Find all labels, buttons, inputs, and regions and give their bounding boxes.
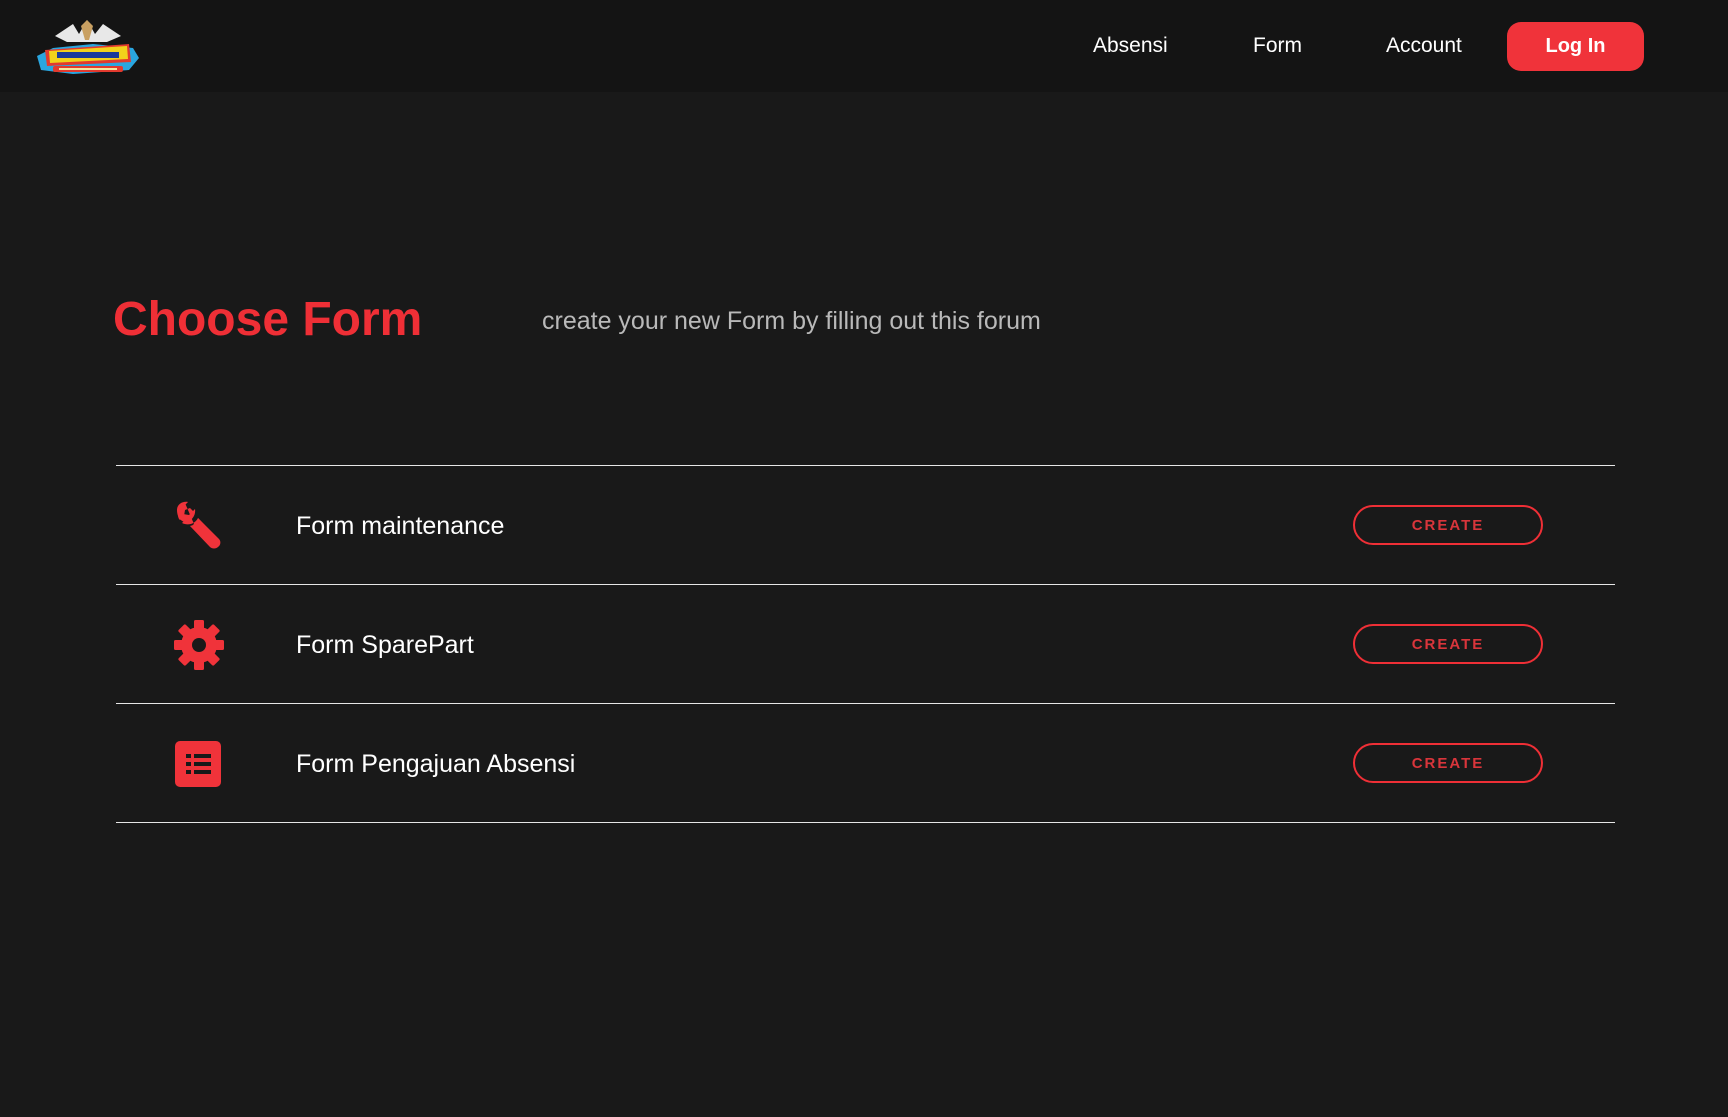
form-list: Form maintenance CREATE Form SparePart C… [116,465,1615,823]
nav-link-form[interactable]: Form [1253,34,1302,58]
gear-icon [174,620,224,670]
logo-graphic [37,20,139,74]
create-pengajuan-absensi-button[interactable]: CREATE [1353,743,1543,783]
form-row-pengajuan-absensi: Form Pengajuan Absensi CREATE [116,704,1615,823]
list-icon [174,739,224,789]
pegasus-logo[interactable] [33,18,141,80]
page-subtitle: create your new Form by filling out this… [542,307,1041,335]
form-row-sparepart: Form SparePart CREATE [116,585,1615,704]
form-label-pengajuan-absensi: Form Pengajuan Absensi [296,750,576,778]
navbar: Absensi Form Account Log In [0,0,1728,92]
form-label-maintenance: Form maintenance [296,512,505,540]
create-sparepart-button[interactable]: CREATE [1353,624,1543,664]
nav-link-account[interactable]: Account [1386,34,1462,58]
nav-link-absensi[interactable]: Absensi [1093,34,1168,58]
page-title: Choose Form [113,293,423,346]
create-maintenance-button[interactable]: CREATE [1353,505,1543,545]
form-row-maintenance: Form maintenance CREATE [116,466,1615,585]
login-button[interactable]: Log In [1507,22,1644,71]
wrench-icon [174,501,224,551]
form-label-sparepart: Form SparePart [296,631,474,659]
